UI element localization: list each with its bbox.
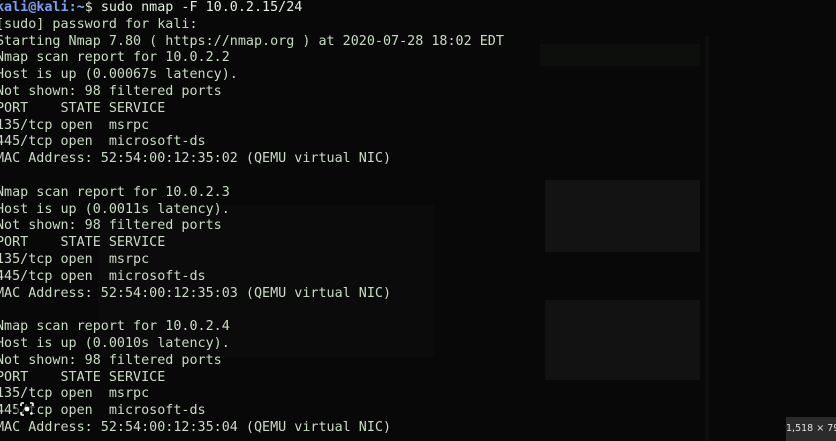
output-line: Not shown: 98 filtered ports <box>0 83 222 99</box>
image-size-badge: 1,518 × 796 <box>786 417 836 441</box>
prompt-symbol: $ <box>84 0 101 15</box>
prompt-path: :~ <box>68 0 85 15</box>
output-line: Host is up (0.0011s latency). <box>0 201 230 217</box>
output-line: 445/tcp open microsoft-ds <box>0 268 206 284</box>
prompt-command: sudo nmap -F 10.0.2.15/24 <box>100 0 303 15</box>
output-lines: [sudo] password for kali: Starting Nmap 7… <box>0 17 708 437</box>
output-line: Nmap scan report for 10.0.2.4 <box>0 319 230 335</box>
command-prompt-line: kali @ kali:~ $ sudo nmap -F 10.0.2.15/24 <box>0 0 708 17</box>
output-line: 135/tcp open msrpc <box>0 117 150 133</box>
output-line: 445/tcp open microsoft-ds <box>0 134 206 150</box>
output-line: PORT STATE SERVICE <box>0 369 166 385</box>
output-line: 135/tcp open msrpc <box>0 386 150 402</box>
output-line: PORT STATE SERVICE <box>0 235 166 251</box>
output-line: Host is up (0.0010s latency). <box>0 335 230 351</box>
camera-lens-icon <box>20 402 34 416</box>
output-line: PORT STATE SERVICE <box>0 100 166 116</box>
prompt-at: @ <box>28 0 37 15</box>
prompt-user: kali <box>0 0 29 15</box>
image-search-button[interactable] <box>16 398 38 420</box>
output-line: MAC Address: 52:54:00:12:35:03 (QEMU vir… <box>0 285 392 301</box>
output-line: MAC Address: 52:54:00:12:35:04 (QEMU vir… <box>0 419 392 435</box>
output-line: Not shown: 98 filtered ports <box>0 218 222 234</box>
output-line: [sudo] password for kali: <box>0 16 198 32</box>
prompt-host: kali <box>36 0 69 15</box>
output-line: Nmap scan report for 10.0.2.2 <box>0 50 230 66</box>
output-line: Starting Nmap 7.80 ( https://nmap.org ) … <box>0 33 504 49</box>
output-line: Not shown: 98 filtered ports <box>0 352 222 368</box>
output-line: 445/tcp open microsoft-ds <box>0 403 206 419</box>
terminal-output[interactable]: kali @ kali:~ $ sudo nmap -F 10.0.2.15/24 [… <box>0 0 708 441</box>
output-line: MAC Address: 52:54:00:12:35:02 (QEMU vir… <box>0 151 392 167</box>
output-line: Nmap scan report for 10.0.2.3 <box>0 184 230 200</box>
output-line: 135/tcp open msrpc <box>0 251 150 267</box>
output-line: Host is up (0.00067s latency). <box>0 67 238 83</box>
